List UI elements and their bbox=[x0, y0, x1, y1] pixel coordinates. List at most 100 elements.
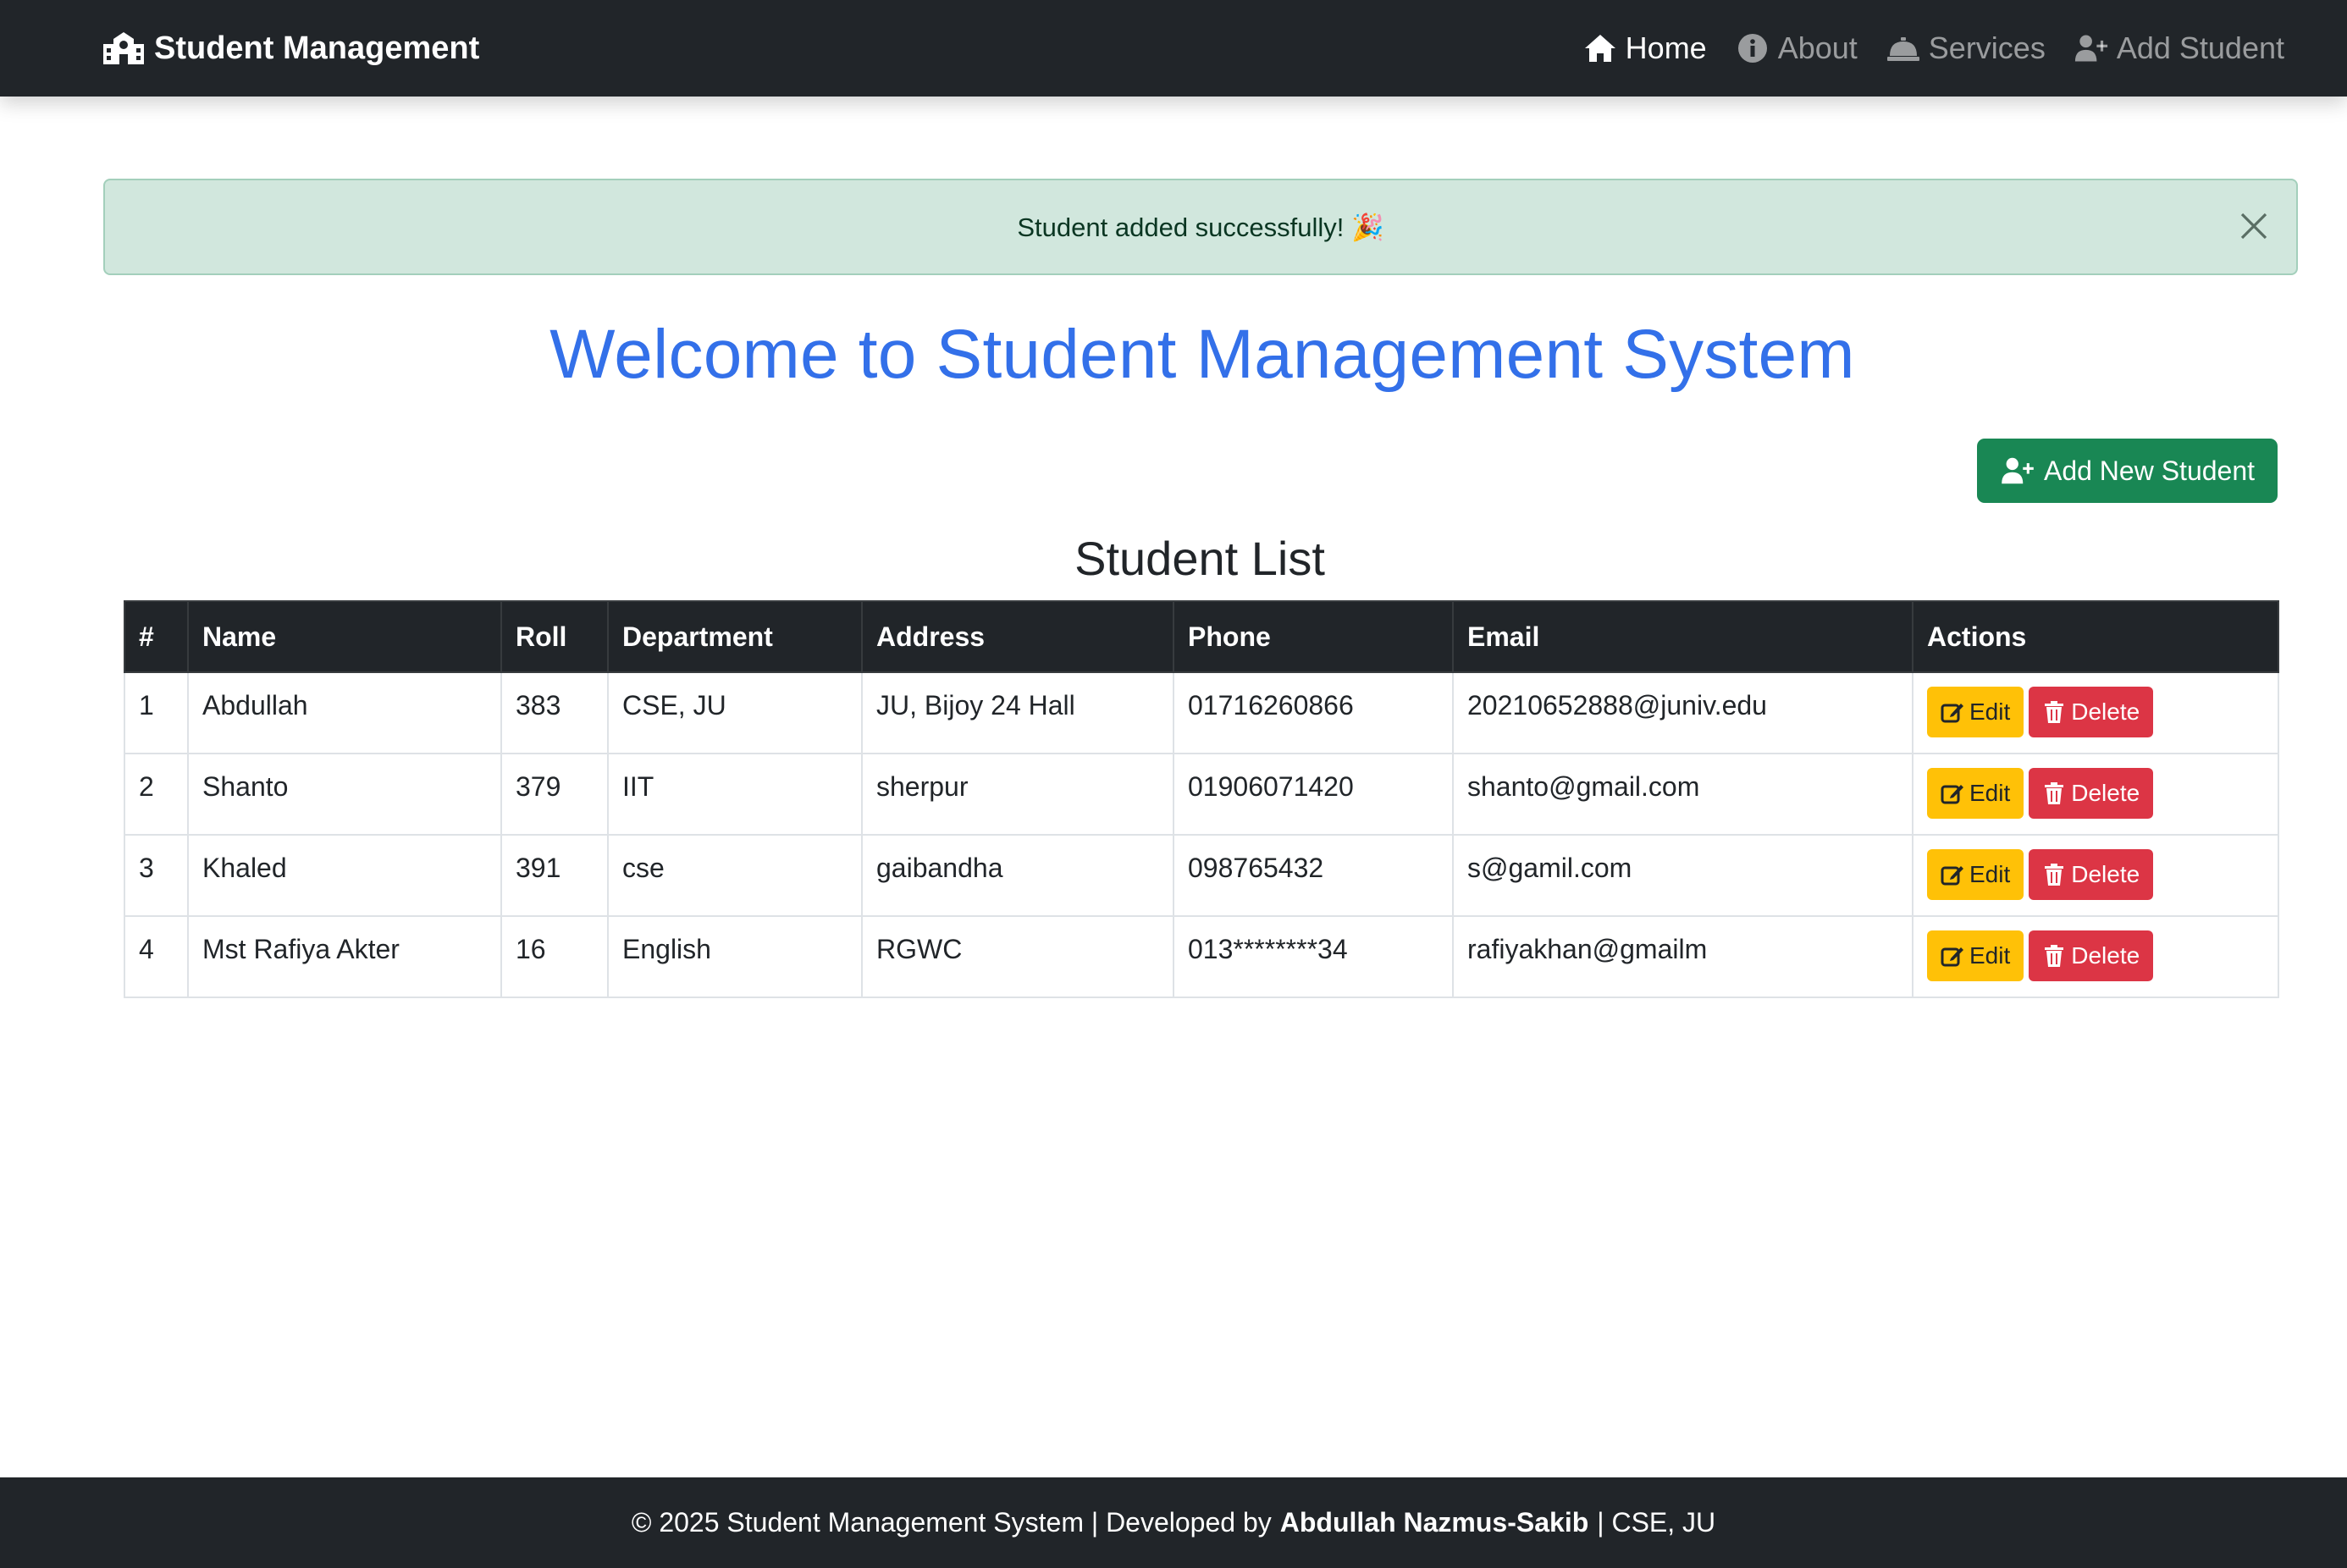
cell-phone: 013********34 bbox=[1173, 915, 1454, 998]
delete-label: Delete bbox=[2071, 861, 2140, 887]
delete-button[interactable]: Delete bbox=[2029, 930, 2154, 981]
edit-label: Edit bbox=[1969, 780, 2011, 806]
cell-roll: 16 bbox=[500, 915, 609, 998]
brand-text: Student Management bbox=[154, 30, 480, 66]
nav-home[interactable]: Home bbox=[1583, 30, 1707, 66]
edit-icon bbox=[1941, 947, 1963, 967]
alert-close-button[interactable] bbox=[2235, 208, 2272, 246]
column-header: Address bbox=[861, 600, 1174, 673]
cell-department: cse bbox=[607, 834, 863, 917]
page-title: Welcome to Student Management System bbox=[549, 316, 1855, 393]
success-alert: Student added successfully! 🎉 bbox=[103, 179, 2298, 275]
cell-actions: Edit Delete bbox=[1912, 834, 2279, 917]
cell-address: sherpur bbox=[861, 753, 1174, 836]
nav-services-label: Services bbox=[1928, 30, 2046, 65]
close-icon bbox=[2240, 213, 2267, 239]
table-row: 3 Khaled 391 cse gaibandha 098765432 s@gamil.c… bbox=[124, 834, 2279, 917]
cell-address: RGWC bbox=[861, 915, 1174, 998]
cell-num: 2 bbox=[124, 753, 189, 836]
cell-phone: 01906071420 bbox=[1173, 753, 1454, 836]
column-header: Actions bbox=[1912, 600, 2279, 673]
student-table: # Name Roll Department Address Phone Ema… bbox=[124, 600, 2279, 998]
cell-roll: 391 bbox=[500, 834, 609, 917]
table-row: 1 Abdullah 383 CSE, JU JU, Bijoy 24 Hall 0171… bbox=[124, 671, 2279, 754]
alert-message: Student added successfully! 🎉 bbox=[1017, 212, 1384, 242]
cell-address: JU, Bijoy 24 Hall bbox=[861, 671, 1174, 754]
trash-icon bbox=[2045, 782, 2064, 804]
section-title: Student List bbox=[1074, 532, 1325, 585]
delete-label: Delete bbox=[2071, 698, 2140, 725]
column-header: Roll bbox=[500, 600, 609, 673]
cell-num: 3 bbox=[124, 834, 189, 917]
user-plus-icon bbox=[2002, 457, 2034, 484]
add-new-student-label: Add New Student bbox=[2043, 455, 2256, 486]
nav-add-student[interactable]: Add Student bbox=[2074, 30, 2284, 66]
edit-icon bbox=[1941, 785, 1963, 804]
column-header: Department bbox=[607, 600, 863, 673]
cell-email: s@gamil.com bbox=[1452, 834, 1913, 917]
delete-label: Delete bbox=[2071, 942, 2140, 969]
edit-icon bbox=[1941, 866, 1963, 886]
nav-add-student-label: Add Student bbox=[2116, 30, 2284, 65]
cell-email: shanto@gmail.com bbox=[1452, 753, 1913, 836]
cell-actions: Edit Delete bbox=[1912, 915, 2279, 998]
column-header: Email bbox=[1452, 600, 1913, 673]
info-circle-icon bbox=[1737, 34, 1767, 63]
user-plus-icon bbox=[2074, 35, 2107, 62]
delete-button[interactable]: Delete bbox=[2029, 687, 2154, 737]
table-header-row: # Name Roll Department Address Phone Ema… bbox=[124, 600, 2279, 673]
cell-roll: 379 bbox=[500, 753, 609, 836]
cell-email: rafiyakhan@gmailm bbox=[1452, 915, 1913, 998]
edit-icon bbox=[1941, 704, 1963, 723]
trash-icon bbox=[2045, 701, 2064, 723]
cell-num: 1 bbox=[124, 671, 189, 754]
nav-home-label: Home bbox=[1625, 30, 1707, 65]
cell-phone: 098765432 bbox=[1173, 834, 1454, 917]
cell-department: English bbox=[607, 915, 863, 998]
cell-roll: 383 bbox=[500, 671, 609, 754]
column-header: # bbox=[124, 600, 189, 673]
school-icon bbox=[103, 32, 144, 64]
cell-actions: Edit Delete bbox=[1912, 671, 2279, 754]
delete-button[interactable]: Delete bbox=[2029, 768, 2154, 819]
table-row: 2 Shanto 379 IIT sherpur 01906071420 shanto@gm… bbox=[124, 753, 2279, 836]
trash-icon bbox=[2045, 864, 2064, 886]
edit-label: Edit bbox=[1969, 698, 2011, 725]
cell-name: Khaled bbox=[187, 834, 502, 917]
nav-links: Home About Services Add Student bbox=[1583, 0, 2284, 97]
cell-department: IIT bbox=[607, 753, 863, 836]
footer: © 2025 Student Management System | Devel… bbox=[0, 1477, 2347, 1568]
navbar: Student Management Home About Services A… bbox=[0, 0, 2347, 97]
brand-link[interactable]: Student Management bbox=[102, 0, 479, 97]
cell-phone: 01716260866 bbox=[1173, 671, 1454, 754]
nav-about[interactable]: About bbox=[1736, 30, 1858, 66]
nav-services[interactable]: Services bbox=[1886, 30, 2046, 66]
edit-button[interactable]: Edit bbox=[1927, 687, 2024, 737]
cell-email: 20210652888@juniv.edu bbox=[1452, 671, 1913, 754]
home-icon bbox=[1584, 35, 1615, 62]
delete-button[interactable]: Delete bbox=[2029, 849, 2154, 900]
footer-suffix: | CSE, JU bbox=[1597, 1507, 1716, 1538]
concierge-bell-icon bbox=[1886, 37, 1919, 61]
cell-actions: Edit Delete bbox=[1912, 753, 2279, 836]
cell-num: 4 bbox=[124, 915, 189, 998]
footer-prefix: © 2025 Student Management System | Devel… bbox=[631, 1507, 1272, 1538]
column-header: Phone bbox=[1173, 600, 1454, 673]
add-new-student-button[interactable]: Add New Student bbox=[1977, 439, 2278, 503]
trash-icon bbox=[2045, 945, 2064, 967]
footer-author: Abdullah Nazmus-Sakib bbox=[1279, 1507, 1589, 1538]
cell-name: Abdullah bbox=[187, 671, 502, 754]
column-header: Name bbox=[187, 600, 502, 673]
edit-label: Edit bbox=[1969, 942, 2011, 969]
cell-address: gaibandha bbox=[861, 834, 1174, 917]
table-row: 4 Mst Rafiya Akter 16 English RGWC 013*******… bbox=[124, 915, 2279, 998]
cell-name: Mst Rafiya Akter bbox=[187, 915, 502, 998]
edit-button[interactable]: Edit bbox=[1927, 768, 2024, 819]
cell-department: CSE, JU bbox=[607, 671, 863, 754]
edit-button[interactable]: Edit bbox=[1927, 849, 2024, 900]
edit-label: Edit bbox=[1969, 861, 2011, 887]
cell-name: Shanto bbox=[187, 753, 502, 836]
nav-about-label: About bbox=[1777, 30, 1858, 65]
edit-button[interactable]: Edit bbox=[1927, 930, 2024, 981]
delete-label: Delete bbox=[2071, 780, 2140, 806]
